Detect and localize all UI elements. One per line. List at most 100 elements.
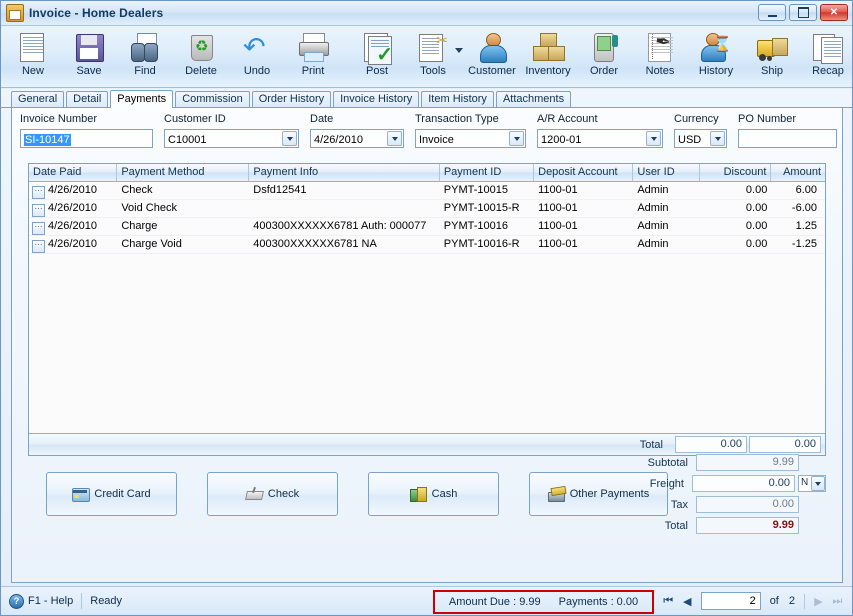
cell-amount: 6.00: [771, 182, 825, 199]
client-area: General Detail Payments Commission Order…: [1, 89, 852, 586]
check-button[interactable]: Check: [207, 472, 338, 516]
row-picker-icon[interactable]: ···: [32, 186, 45, 199]
table-row[interactable]: ···4/26/2010 Check Dsfd12541 PYMT-10015 …: [29, 182, 825, 200]
value-freight[interactable]: 0.00: [692, 475, 795, 492]
tab-general[interactable]: General: [11, 91, 64, 107]
cell-amount: -1.25: [771, 236, 825, 253]
cell-payment-method: Check: [117, 182, 249, 199]
column-header-discount[interactable]: Discount: [700, 164, 771, 181]
tab-detail[interactable]: Detail: [66, 91, 108, 107]
value-subtotal: 9.99: [696, 454, 799, 471]
toolbar-label: New: [22, 65, 44, 77]
column-header-payment-info[interactable]: Payment Info: [249, 164, 440, 181]
chevron-down-icon[interactable]: [710, 131, 725, 146]
toolbar-button-post[interactable]: ✓ Post: [349, 29, 405, 85]
chevron-down-icon[interactable]: [387, 131, 402, 146]
chevron-down-icon[interactable]: [811, 476, 825, 491]
credit-card-button[interactable]: Credit Card: [46, 472, 177, 516]
toolbar-button-ship[interactable]: Ship: [744, 29, 800, 85]
column-header-deposit-account[interactable]: Deposit Account: [534, 164, 633, 181]
toolbar-button-new[interactable]: New: [5, 29, 61, 85]
column-header-user-id[interactable]: User ID: [633, 164, 700, 181]
previous-record-button[interactable]: ◀: [679, 592, 696, 610]
field-customer-id: Customer ID C10001: [164, 113, 299, 148]
table-row[interactable]: ···4/26/2010 Void Check PYMT-10015-R 110…: [29, 200, 825, 218]
toolbar-label: Inventory: [525, 65, 570, 77]
row-picker-icon[interactable]: ···: [32, 204, 45, 217]
currency-combobox[interactable]: USD: [674, 129, 727, 148]
freight-option-combobox[interactable]: N: [798, 475, 826, 492]
chevron-down-icon[interactable]: [282, 131, 297, 146]
ar-account-combobox[interactable]: 1200-01: [537, 129, 663, 148]
table-row[interactable]: ···4/26/2010 Charge Void 400300XXXXXX678…: [29, 236, 825, 254]
toolbar-button-customer[interactable]: Customer: [464, 29, 520, 85]
status-state: Ready: [90, 595, 122, 607]
help-text[interactable]: F1 - Help: [28, 595, 73, 607]
tab-attachments[interactable]: Attachments: [496, 91, 571, 107]
field-currency: Currency USD: [674, 113, 727, 148]
tab-order-history[interactable]: Order History: [252, 91, 331, 107]
column-header-payment-id[interactable]: Payment ID: [440, 164, 534, 181]
label-po-number: PO Number: [738, 113, 837, 126]
help-icon[interactable]: ?: [9, 594, 24, 609]
payments-panel: Invoice Number SI-10147 Customer ID C100…: [11, 107, 843, 583]
cell-date-paid-value: 4/26/2010: [48, 238, 97, 250]
field-invoice-number: Invoice Number SI-10147: [20, 113, 153, 148]
toolbar-button-history[interactable]: ⌛ History: [688, 29, 744, 85]
label-subtotal: Subtotal: [636, 457, 696, 469]
field-transaction-type: Transaction Type Invoice: [415, 113, 526, 148]
toolbar-label: Ship: [761, 65, 783, 77]
toolbar-button-notes[interactable]: ✒ Notes: [632, 29, 688, 85]
toolbar-button-recap[interactable]: Recap: [800, 29, 853, 85]
record-number-input[interactable]: 2: [701, 592, 761, 610]
toolbar-button-tools[interactable]: ✂ Tools: [405, 29, 461, 85]
column-header-date-paid[interactable]: Date Paid: [29, 164, 117, 181]
close-button[interactable]: ✕: [820, 4, 848, 21]
customer-person-icon: [476, 32, 508, 63]
toolbar-label: Undo: [244, 65, 270, 77]
record-navigator: ⏮ ◀ 2 of 2 ▶ ⏭: [660, 592, 846, 610]
po-number-input[interactable]: [738, 129, 837, 148]
toolbar-button-print[interactable]: Print: [285, 29, 341, 85]
cell-date-paid-value: 4/26/2010: [48, 184, 97, 196]
table-row[interactable]: ···4/26/2010 Charge 400300XXXXXX6781 Aut…: [29, 218, 825, 236]
maximize-button[interactable]: [789, 4, 817, 21]
cell-payment-info: [249, 200, 440, 217]
row-picker-icon[interactable]: ···: [32, 222, 45, 235]
toolbar-button-order[interactable]: Order: [576, 29, 632, 85]
column-header-amount[interactable]: Amount: [771, 164, 825, 181]
other-payments-icon: [548, 487, 564, 501]
cash-button[interactable]: Cash: [368, 472, 499, 516]
last-record-button[interactable]: ⏭: [829, 592, 846, 610]
cash-icon: [410, 487, 426, 501]
minimize-button[interactable]: [758, 4, 786, 21]
toolbar-button-delete[interactable]: ♻ Delete: [173, 29, 229, 85]
date-value: 4/26/2010: [314, 134, 363, 146]
toolbar-button-find[interactable]: Find: [117, 29, 173, 85]
tools-dropdown-arrow-icon[interactable]: [455, 48, 463, 53]
date-combobox[interactable]: 4/26/2010: [310, 129, 404, 148]
next-record-button[interactable]: ▶: [810, 592, 827, 610]
tab-payments[interactable]: Payments: [110, 90, 173, 108]
cell-user-id: Admin: [633, 218, 700, 235]
toolbar-button-undo[interactable]: ↶ Undo: [229, 29, 285, 85]
first-record-button[interactable]: ⏮: [660, 592, 677, 610]
toolbar-button-inventory[interactable]: Inventory: [520, 29, 576, 85]
cell-date-paid: ···4/26/2010: [29, 236, 117, 253]
invoice-number-input[interactable]: SI-10147: [20, 129, 153, 148]
row-picker-icon[interactable]: ···: [32, 240, 45, 253]
chevron-down-icon[interactable]: [509, 131, 524, 146]
customer-id-combobox[interactable]: C10001: [164, 129, 299, 148]
recap-report-icon: [812, 32, 844, 63]
chevron-down-icon[interactable]: [646, 131, 661, 146]
transaction-type-combobox[interactable]: Invoice: [415, 129, 526, 148]
tab-invoice-history[interactable]: Invoice History: [333, 91, 419, 107]
binoculars-icon: [129, 32, 161, 63]
tab-commission[interactable]: Commission: [175, 91, 250, 107]
notes-pen-icon: ✒: [644, 32, 676, 63]
tab-item-history[interactable]: Item History: [421, 91, 494, 107]
toolbar-label: Print: [302, 65, 325, 77]
column-header-payment-method[interactable]: Payment Method: [117, 164, 249, 181]
cell-deposit-account: 1100-01: [534, 218, 633, 235]
toolbar-button-save[interactable]: Save: [61, 29, 117, 85]
